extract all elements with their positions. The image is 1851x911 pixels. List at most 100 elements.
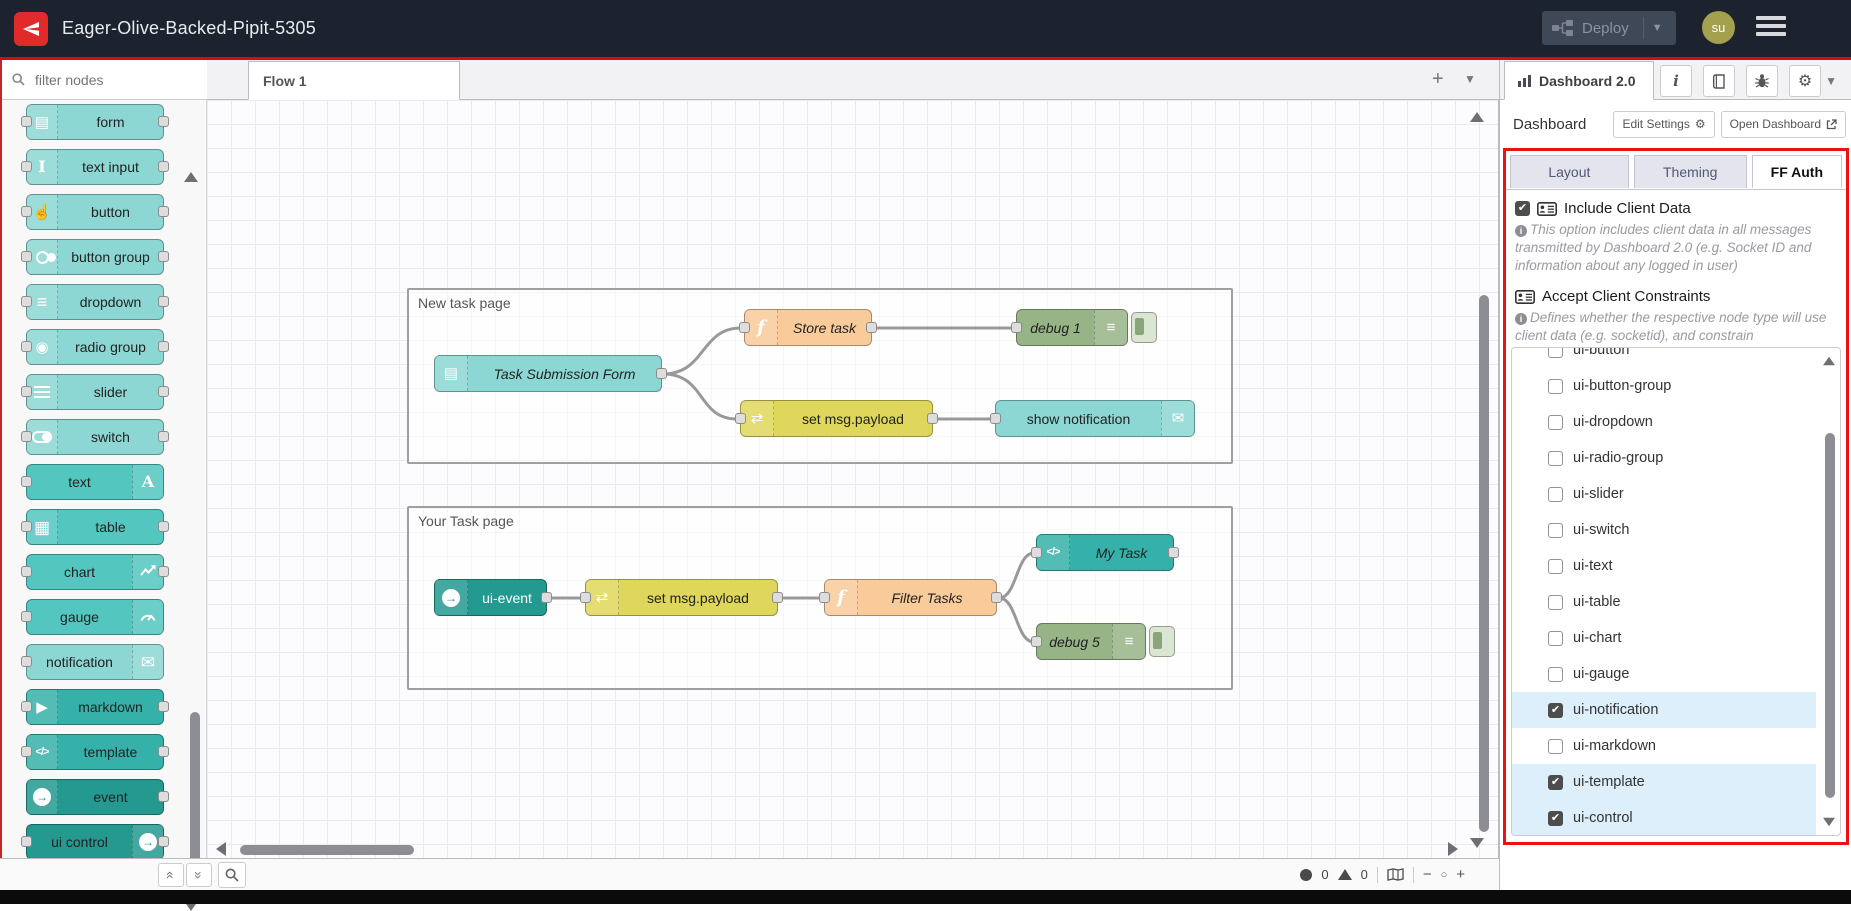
ui-chart-checkbox[interactable] <box>1548 631 1563 646</box>
tab-layout[interactable]: Layout <box>1510 155 1629 188</box>
input-port[interactable] <box>21 701 32 712</box>
ui-button-group-checkbox[interactable] <box>1548 379 1563 394</box>
node-type-row-ui-radio-group[interactable]: ui-radio-group <box>1512 440 1816 476</box>
input-port[interactable] <box>819 592 830 603</box>
output-port[interactable] <box>158 116 169 127</box>
flow-node-set-msg-payload-2[interactable]: ⇄ set msg.payload <box>585 579 778 616</box>
output-port[interactable] <box>158 566 169 577</box>
node-type-row-ui-template[interactable]: ✔ui-template <box>1512 764 1816 800</box>
tab-theming[interactable]: Theming <box>1634 155 1747 188</box>
ui-text-checkbox[interactable] <box>1548 559 1563 574</box>
output-port[interactable] <box>158 746 169 757</box>
input-port[interactable] <box>21 431 32 442</box>
flow-list-caret-icon[interactable]: ▼ <box>1464 72 1476 86</box>
output-port[interactable] <box>158 161 169 172</box>
ui-gauge-checkbox[interactable] <box>1548 667 1563 682</box>
filter-nodes-input[interactable] <box>33 71 187 89</box>
input-port[interactable] <box>21 116 32 127</box>
include-client-data-checkbox[interactable]: ✔ <box>1515 201 1530 216</box>
node-type-row-ui-text[interactable]: ui-text <box>1512 548 1816 584</box>
canvas-scroll-down-icon[interactable] <box>1470 838 1484 848</box>
input-port[interactable] <box>735 413 746 424</box>
canvas-vertical-scrollbar[interactable] <box>1479 295 1489 832</box>
settings-gear-button[interactable]: ⚙ <box>1789 65 1821 97</box>
zoom-out-button[interactable]: − <box>1423 866 1432 883</box>
node-type-row-ui-dropdown[interactable]: ui-dropdown <box>1512 404 1816 440</box>
node-type-row-ui-button-group[interactable]: ui-button-group <box>1512 368 1816 404</box>
canvas-search-button[interactable] <box>218 862 246 888</box>
info-sidebar-button[interactable]: i <box>1660 65 1692 97</box>
palette-node-chart[interactable]: chart <box>26 554 164 590</box>
input-port[interactable] <box>21 476 32 487</box>
node-type-row-ui-notification[interactable]: ✔ui-notification <box>1512 692 1816 728</box>
input-port[interactable] <box>21 656 32 667</box>
node-type-row-ui-switch[interactable]: ui-switch <box>1512 512 1816 548</box>
zoom-in-button[interactable]: + <box>1456 866 1465 883</box>
flow-node-set-msg-payload-1[interactable]: ⇄ set msg.payload <box>740 400 933 437</box>
input-port[interactable] <box>21 161 32 172</box>
output-port[interactable] <box>158 341 169 352</box>
canvas-horizontal-scrollbar[interactable] <box>240 845 414 855</box>
output-port[interactable] <box>158 521 169 532</box>
node-type-row-ui-button[interactable]: ui-button <box>1512 347 1816 368</box>
ui-notification-checkbox[interactable]: ✔ <box>1548 703 1563 718</box>
output-port[interactable] <box>991 592 1002 603</box>
output-port[interactable] <box>772 592 783 603</box>
palette-collapse-button[interactable]: « <box>158 863 184 887</box>
deploy-button[interactable]: Deploy ▼ <box>1542 11 1676 45</box>
palette-node-switch[interactable]: switch <box>26 419 164 455</box>
canvas-scroll-up-icon[interactable] <box>1470 112 1484 122</box>
ui-button-checkbox[interactable] <box>1548 347 1563 358</box>
input-port[interactable] <box>21 251 32 262</box>
sidebar-caret-icon[interactable]: ▼ <box>1825 74 1837 88</box>
palette-node-radio-group[interactable]: ◉radio group <box>26 329 164 365</box>
output-port[interactable] <box>541 592 552 603</box>
output-port[interactable] <box>1168 547 1179 558</box>
input-port[interactable] <box>21 611 32 622</box>
palette-node-text[interactable]: Atext <box>26 464 164 500</box>
node-type-row-ui-chart[interactable]: ui-chart <box>1512 620 1816 656</box>
palette-node-button-group[interactable]: button group <box>26 239 164 275</box>
output-port[interactable] <box>866 322 877 333</box>
debug-toggle-button[interactable] <box>1131 312 1157 343</box>
canvas-scroll-left-icon[interactable] <box>216 842 226 856</box>
input-port[interactable] <box>21 341 32 352</box>
input-port[interactable] <box>21 386 32 397</box>
input-port[interactable] <box>1031 547 1042 558</box>
tab-dashboard-2[interactable]: Dashboard 2.0 <box>1504 61 1654 100</box>
palette-filter[interactable] <box>0 60 207 100</box>
palette-node-ui-control[interactable]: →ui control <box>26 824 164 858</box>
navigator-toggle-icon[interactable] <box>1387 868 1404 882</box>
input-port[interactable] <box>580 592 591 603</box>
palette-node-template[interactable]: </>template <box>26 734 164 770</box>
output-port[interactable] <box>158 836 169 847</box>
output-port[interactable] <box>158 296 169 307</box>
canvas-scroll-right-icon[interactable] <box>1448 842 1458 856</box>
flow-node-debug-5[interactable]: ≡ debug 5 <box>1036 623 1146 660</box>
user-avatar[interactable]: su <box>1702 11 1735 44</box>
ui-dropdown-checkbox[interactable] <box>1548 415 1563 430</box>
flow-node-ui-event[interactable]: → ui-event <box>434 579 547 616</box>
input-port[interactable] <box>21 566 32 577</box>
input-port[interactable] <box>21 746 32 757</box>
palette-scroll-up-icon[interactable] <box>184 172 198 182</box>
input-port[interactable] <box>21 521 32 532</box>
flow-node-show-notification[interactable]: ✉ show notification <box>995 400 1195 437</box>
flow-node-debug-1[interactable]: ≡ debug 1 <box>1016 309 1128 346</box>
input-port[interactable] <box>21 206 32 217</box>
edit-settings-button[interactable]: Edit Settings ⚙ <box>1613 111 1714 138</box>
ui-table-checkbox[interactable] <box>1548 595 1563 610</box>
node-type-row-ui-markdown[interactable]: ui-markdown <box>1512 728 1816 764</box>
list-scroll-up-icon[interactable] <box>1823 357 1835 366</box>
help-book-button[interactable] <box>1703 65 1735 97</box>
input-port[interactable] <box>1031 636 1042 647</box>
node-type-row-ui-table[interactable]: ui-table <box>1512 584 1816 620</box>
flow-node-store-task[interactable]: f Store task <box>744 309 872 346</box>
flow-canvas[interactable]: New task page Your Task page <box>207 100 1499 858</box>
palette-node-dropdown[interactable]: ≡dropdown <box>26 284 164 320</box>
ui-radio-group-checkbox[interactable] <box>1548 451 1563 466</box>
flow-node-task-submission-form[interactable]: ▤ Task Submission Form <box>434 355 662 392</box>
node-type-row-ui-control[interactable]: ✔ui-control <box>1512 800 1816 836</box>
palette-node-event[interactable]: →event <box>26 779 164 815</box>
ui-slider-checkbox[interactable] <box>1548 487 1563 502</box>
